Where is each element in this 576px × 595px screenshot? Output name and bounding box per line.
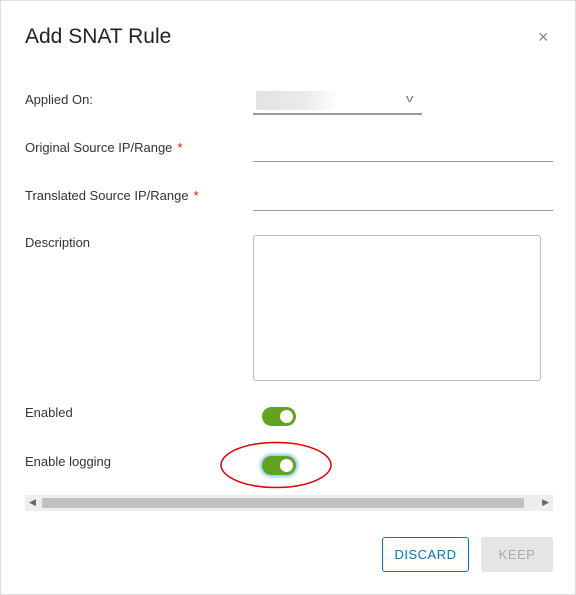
scroll-right-icon[interactable]: ▶ bbox=[542, 497, 549, 508]
description-label: Description bbox=[25, 235, 91, 250]
horizontal-scrollbar[interactable]: ◀ ▶ bbox=[25, 495, 553, 511]
translated-source-input[interactable] bbox=[253, 210, 553, 211]
scrollbar-thumb[interactable] bbox=[42, 498, 524, 508]
applied-on-value-redacted bbox=[256, 91, 338, 110]
enable-logging-label: Enable logging bbox=[25, 454, 112, 469]
applied-on-underline bbox=[253, 113, 422, 115]
enabled-toggle[interactable] bbox=[262, 407, 296, 426]
discard-button[interactable]: DISCARD bbox=[382, 537, 469, 572]
add-snat-rule-dialog: Add SNAT Rule × Applied On: v Original S… bbox=[0, 0, 576, 595]
annotation-ellipse bbox=[220, 441, 332, 489]
enabled-label: Enabled bbox=[25, 405, 73, 420]
dialog-title: Add SNAT Rule bbox=[25, 25, 172, 48]
translated-source-text: Translated Source IP/Range bbox=[25, 188, 189, 203]
required-marker: * bbox=[177, 140, 183, 155]
description-textarea[interactable] bbox=[253, 235, 541, 381]
original-source-input[interactable] bbox=[253, 161, 553, 162]
required-marker: * bbox=[193, 188, 199, 203]
translated-source-label: Translated Source IP/Range * bbox=[25, 188, 199, 203]
applied-on-label: Applied On: bbox=[25, 92, 93, 107]
scroll-left-icon[interactable]: ◀ bbox=[29, 497, 36, 508]
close-icon[interactable]: × bbox=[538, 27, 549, 48]
original-source-label: Original Source IP/Range * bbox=[25, 140, 182, 155]
original-source-text: Original Source IP/Range bbox=[25, 140, 173, 155]
keep-button[interactable]: KEEP bbox=[481, 537, 553, 572]
chevron-down-icon: v bbox=[405, 93, 414, 105]
